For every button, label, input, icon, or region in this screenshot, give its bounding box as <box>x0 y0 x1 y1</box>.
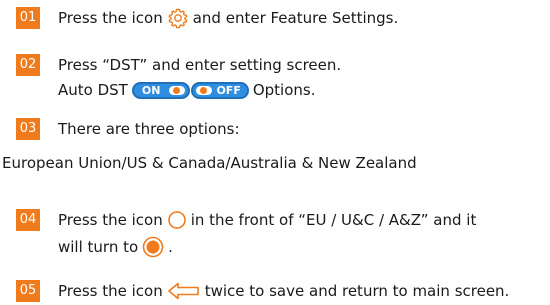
radio-empty-icon <box>167 210 187 230</box>
step-05-text-after: twice to save and return to main screen. <box>204 282 510 300</box>
step-04-text-before: Press the icon <box>58 211 163 229</box>
step-02-auto-dst-label: Auto DST <box>58 81 128 99</box>
step-03-line2: European Union/US & Canada/Australia & N… <box>2 154 417 172</box>
step-05-text: Press the icon twice to save and return … <box>58 280 509 302</box>
step-number-02: 02 <box>16 54 40 76</box>
step-01-text: Press the icon and enter Feature Setting… <box>58 7 398 29</box>
step-number-05: 05 <box>16 280 40 302</box>
step-number-03: 03 <box>16 118 40 140</box>
step-05-text-before: Press the icon <box>58 282 163 300</box>
step-04-text-after: in the front of “EU / U&C / A&Z” and it <box>190 211 477 229</box>
back-arrow-icon <box>167 281 201 301</box>
dst-toggle-group: ON OFF <box>131 81 249 99</box>
step-04-line2-after: . <box>168 238 173 256</box>
step-04-line1: Press the icon in the front of “EU / U&C… <box>58 209 476 231</box>
step-number-01: 01 <box>16 7 40 29</box>
toggle-off-button: OFF <box>190 81 249 99</box>
toggle-on-button: ON <box>131 81 190 99</box>
toggle-on-knob <box>168 85 185 95</box>
radio-selected-icon <box>142 236 164 258</box>
toggle-off-knob <box>195 85 212 95</box>
step-04-line2-before: will turn to <box>58 238 139 256</box>
step-03-line1: There are three options: <box>58 120 240 138</box>
step-number-04: 04 <box>16 209 40 231</box>
step-02-line2: Auto DST ON OFF Options. <box>58 79 316 101</box>
gear-icon <box>167 7 189 29</box>
step-04-line2: will turn to . <box>58 236 173 258</box>
step-01-text-before: Press the icon <box>58 9 163 27</box>
toggle-off-label: OFF <box>216 83 241 97</box>
toggle-on-label: ON <box>141 83 161 97</box>
step-01-text-after: and enter Feature Settings. <box>192 9 399 27</box>
step-02-line1: Press “DST” and enter setting screen. <box>58 56 342 74</box>
step-02-options-label: Options. <box>252 81 316 99</box>
